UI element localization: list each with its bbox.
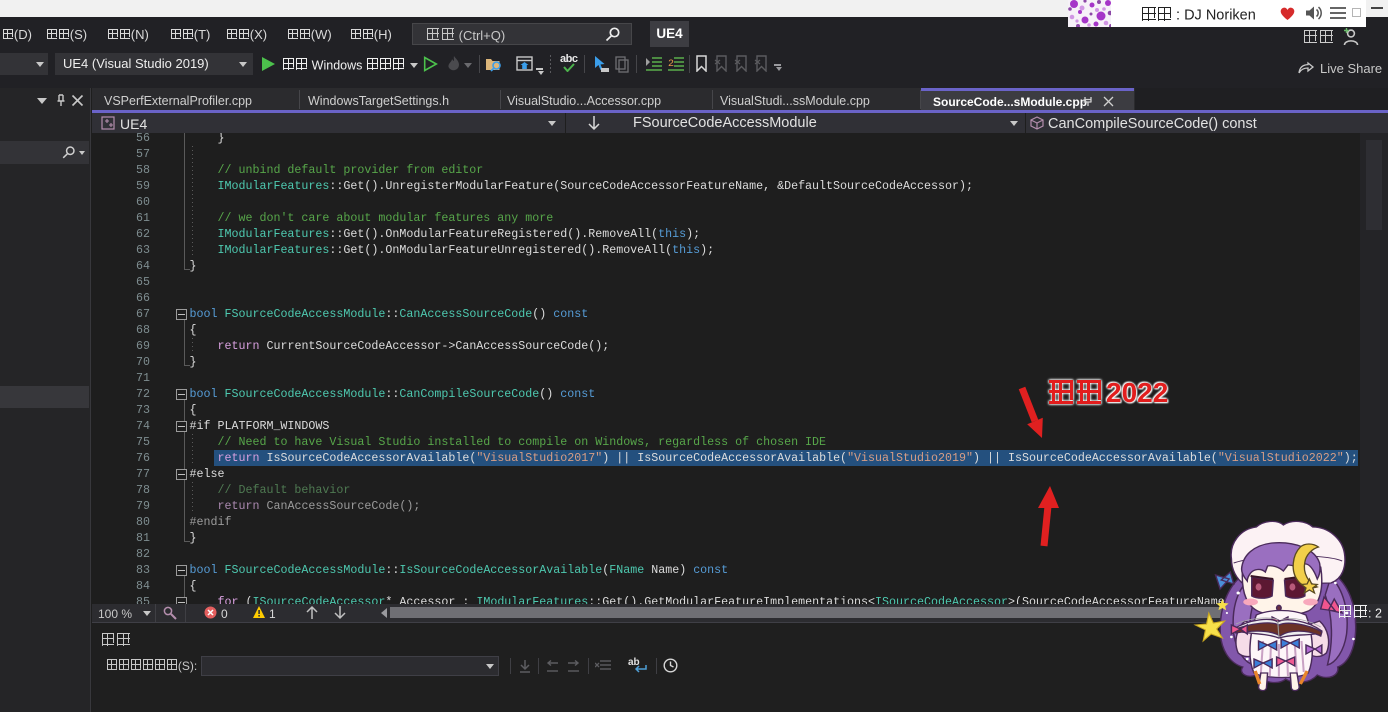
svg-text:2: 2 [668, 59, 674, 70]
